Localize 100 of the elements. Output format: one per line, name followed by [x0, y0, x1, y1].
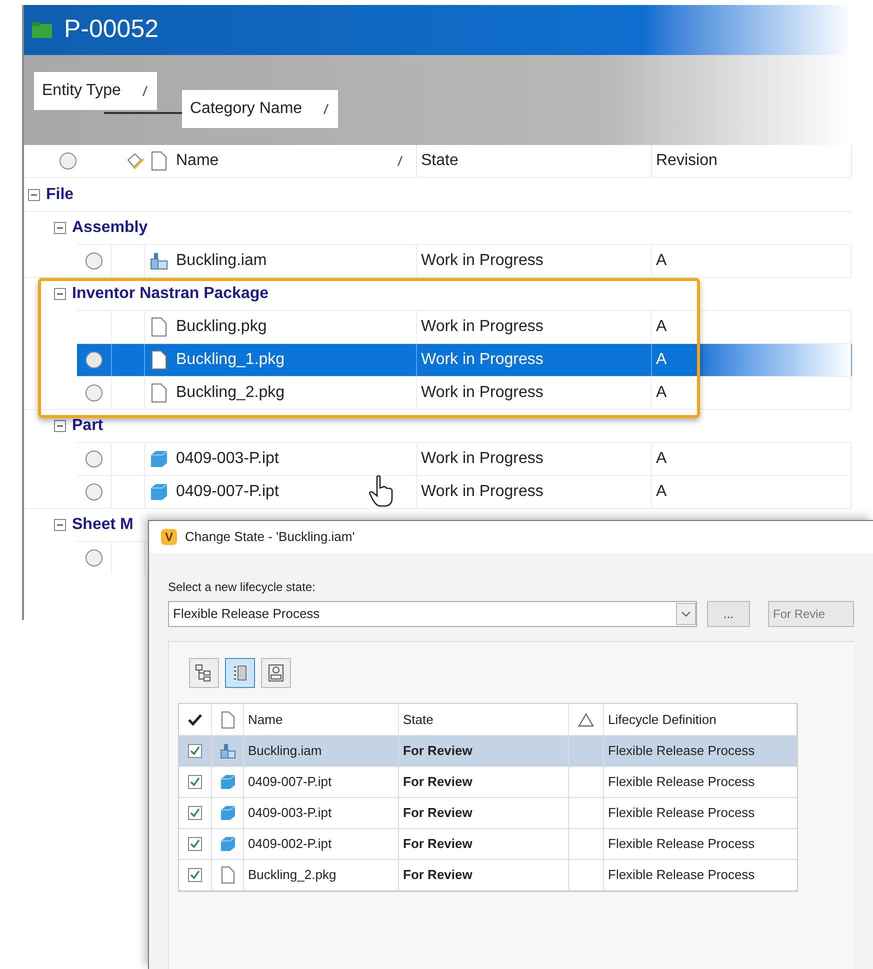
radio-button[interactable] — [59, 152, 77, 170]
state-field[interactable]: For Revie — [768, 601, 854, 627]
table-row[interactable]: 0409-003-P.ipt Work in Progress A — [77, 442, 852, 475]
radio-button[interactable] — [85, 252, 103, 270]
collapse-icon[interactable] — [54, 420, 66, 432]
table-cell: 0409-003-P.ipt — [172, 443, 417, 475]
table-cell-text: Flexible Release Process — [607, 773, 756, 792]
field-label: Select a new lifecycle state: — [168, 579, 316, 596]
table-cell: For Review — [399, 767, 569, 797]
radio-button[interactable] — [85, 351, 103, 369]
view-button[interactable] — [261, 658, 291, 688]
cube-icon — [218, 773, 236, 791]
table-cell: Work in Progress — [417, 344, 652, 376]
hand-cursor-icon — [368, 475, 394, 507]
group-by-chip[interactable]: Entity Type — [34, 72, 157, 110]
column-header[interactable]: Revision — [652, 145, 852, 177]
table-row[interactable]: 0409-002-P.ipt For Review Flexible Release Process — [179, 829, 797, 860]
chip-label: Category Name — [190, 99, 302, 119]
table-row[interactable]: Buckling.iam Work in Progress A — [77, 244, 852, 277]
dropdown-value: Flexible Release Process — [173, 605, 320, 624]
app-logo: V — [161, 529, 177, 545]
document-icon — [218, 866, 236, 884]
table-cell: 0409-002-P.ipt — [244, 829, 399, 859]
table-cell: A — [652, 377, 852, 409]
table-row[interactable]: Buckling_2.pkg Work in Progress A — [77, 376, 852, 409]
group-label: Inventor Nastran Package — [72, 284, 269, 304]
assembly-icon — [148, 251, 168, 271]
cube-icon — [148, 482, 168, 502]
table-cell: Buckling_2.pkg — [172, 377, 417, 409]
checkbox[interactable] — [188, 775, 202, 789]
table-cell: For Review — [399, 798, 569, 828]
group-label: Assembly — [72, 218, 148, 238]
table-row[interactable]: Buckling_1.pkg Work in Progress A — [77, 343, 852, 376]
more-button[interactable]: ... — [707, 601, 750, 627]
group-label: File — [46, 184, 74, 204]
window-title: P-00052 — [64, 14, 159, 46]
collapse-icon[interactable] — [28, 188, 40, 200]
collapse-icon[interactable] — [54, 222, 66, 234]
column-header[interactable]: State — [417, 145, 652, 177]
view-button[interactable] — [189, 658, 219, 688]
group-by-chip[interactable]: Category Name — [182, 90, 338, 128]
sort-indicator-icon — [396, 155, 404, 167]
chip-label: Entity Type — [42, 81, 121, 101]
detail-view-icon — [267, 664, 285, 682]
table-cell-text: Flexible Release Process — [607, 866, 756, 884]
table-cell: A — [652, 344, 852, 376]
table-cell: Work in Progress — [417, 443, 652, 475]
radio-button[interactable] — [85, 450, 103, 468]
warning-triangle-icon — [578, 712, 594, 726]
checkbox[interactable] — [188, 744, 202, 758]
table-cell: 0409-007-P.ipt — [244, 767, 399, 797]
table-cell-text: Flexible Release Process — [607, 835, 756, 854]
column-label: State — [421, 151, 458, 171]
column-header[interactable]: Name — [172, 145, 417, 177]
table-cell: Buckling_1.pkg — [172, 344, 417, 376]
checkbox[interactable] — [188, 868, 202, 882]
column-header[interactable]: Name — [244, 704, 399, 735]
table-cell-text: Flexible Release Process — [607, 804, 756, 822]
table-cell: For Review — [399, 860, 569, 890]
group-label: Sheet M — [72, 515, 134, 535]
group-label: Part — [72, 416, 104, 436]
collapse-icon[interactable] — [54, 519, 66, 531]
document-icon — [148, 350, 168, 370]
document-icon — [148, 317, 168, 337]
table-row[interactable]: 0409-003-P.ipt For Review Flexible Release Process — [179, 798, 797, 829]
folder-icon — [32, 22, 52, 38]
collapse-icon[interactable] — [54, 288, 66, 300]
checkmark-icon — [188, 714, 202, 726]
cube-icon — [218, 804, 236, 822]
table-row[interactable]: Buckling_2.pkg For Review Flexible Release Process — [179, 860, 797, 891]
table-row[interactable]: Buckling.iam For Review Flexible Release Process — [179, 736, 797, 767]
checkbox[interactable] — [188, 806, 202, 820]
radio-button[interactable] — [85, 549, 103, 567]
column-header[interactable]: State — [399, 704, 569, 735]
table-cell: Buckling.iam — [244, 736, 399, 766]
assembly-icon — [218, 742, 236, 760]
table-cell: Work in Progress — [417, 377, 652, 409]
table-row[interactable]: 0409-007-P.ipt For Review Flexible Release Process — [179, 767, 797, 798]
list-view-icon — [231, 664, 249, 682]
radio-button[interactable] — [85, 483, 103, 501]
table-cell-text: Flexible Release Process — [607, 742, 756, 760]
dialog-title: Change State - 'Buckling.iam' — [185, 528, 355, 546]
sort-indicator-icon — [140, 85, 149, 97]
cube-icon — [218, 835, 236, 853]
tree-view-icon — [195, 664, 213, 682]
cube-icon — [148, 449, 168, 469]
lifecycle-dropdown[interactable]: Flexible Release Process — [168, 601, 698, 627]
table-cell: A — [652, 476, 852, 508]
table-cell: Work in Progress — [417, 245, 652, 277]
column-label: Revision — [656, 151, 718, 171]
column-label: Name — [176, 151, 219, 171]
table-cell: For Review — [399, 829, 569, 859]
table-cell: For Review — [399, 736, 569, 766]
radio-button[interactable] — [85, 384, 103, 402]
view-button[interactable] — [225, 658, 255, 688]
document-icon — [148, 383, 168, 403]
checkbox[interactable] — [188, 837, 202, 851]
column-header[interactable]: Lifecycle Definition — [604, 704, 797, 735]
table-cell: 0409-003-P.ipt — [244, 798, 399, 828]
document-icon — [218, 710, 236, 728]
